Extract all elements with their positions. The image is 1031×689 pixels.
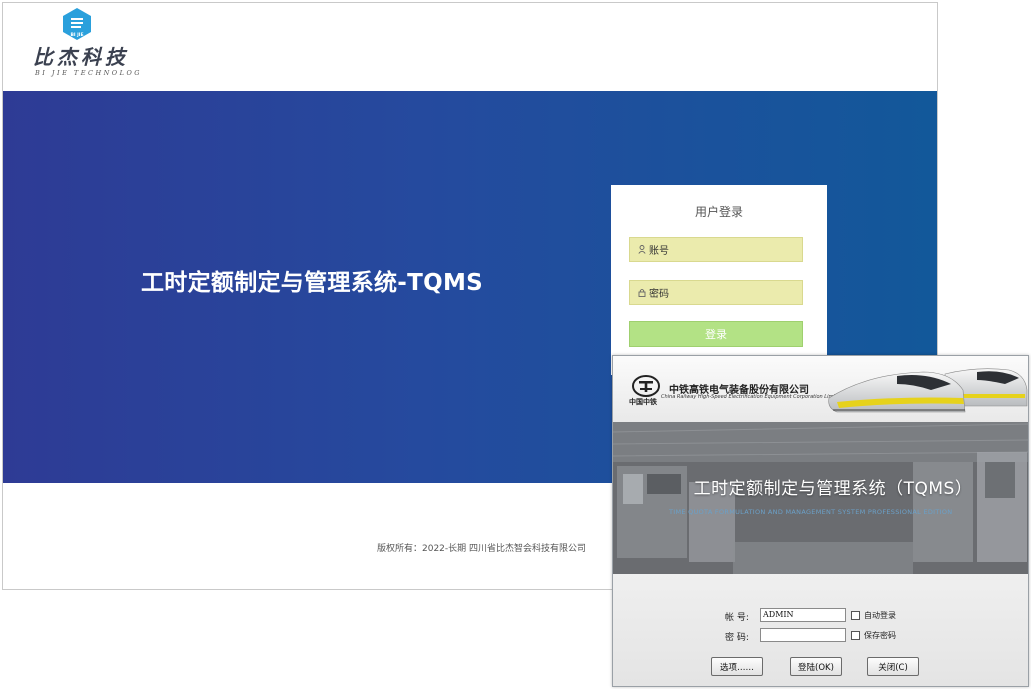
options-button[interactable]: 选项…… (711, 657, 763, 676)
user-icon (638, 245, 646, 254)
desktop-login-dialog: 中国中铁 中铁高铁电气装备股份有限公司 China Railway High-S… (612, 355, 1029, 687)
account-field[interactable]: ADMIN (760, 608, 846, 622)
login-ok-button[interactable]: 登陆(OK) (790, 657, 842, 676)
login-card: 用户登录 账号 密码 登录 (611, 185, 827, 375)
lock-icon (638, 289, 646, 297)
save-password-check-box[interactable] (851, 631, 860, 640)
logo-caption: 中国中铁 (629, 398, 657, 406)
dialog-system-title: 工时定额制定与管理系统（TQMS） (693, 479, 973, 499)
logo-name-cn: 比杰科技 (33, 45, 129, 69)
password-label: 密 码: (725, 633, 749, 643)
login-title: 用户登录 (694, 205, 743, 219)
save-password-checkbox[interactable]: 保存密码 (851, 630, 896, 641)
copyright-text: 版权所有：2022-长期 四川省比杰智会科技有限公司 (377, 544, 587, 554)
login-button[interactable]: 登录 (629, 321, 803, 347)
web-header: BI JIE 比杰科技 BI JIE TECHNOLOG (3, 3, 937, 91)
account-label: 帐 号: (725, 613, 749, 623)
password-field[interactable] (760, 628, 846, 642)
auto-login-check-box[interactable] (851, 611, 860, 620)
close-button[interactable]: 关闭(C) (867, 657, 919, 676)
dialog-system-subtitle: TIME QUOTA FORMULATION AND MANAGEMENT SY… (669, 508, 953, 516)
crrc-logo-icon (632, 375, 660, 397)
hexagon-logo-icon: BI JIE (63, 8, 91, 40)
factory-hero-image: 工时定额制定与管理系统（TQMS） TIME QUOTA FORMULATION… (613, 422, 1028, 574)
password-placeholder: 密码 (649, 289, 669, 300)
dialog-header: 中国中铁 中铁高铁电气装备股份有限公司 China Railway High-S… (613, 356, 1028, 422)
company-name-en: China Railway High-Speed Electrification… (661, 394, 843, 400)
account-input[interactable]: 账号 (629, 237, 803, 262)
system-title: 工时定额制定与管理系统-TQMS (141, 270, 484, 296)
save-password-label: 保存密码 (864, 631, 896, 640)
high-speed-train-image (828, 368, 1028, 413)
account-placeholder: 账号 (649, 246, 669, 257)
logo-badge-text: BI JIE (70, 32, 83, 38)
auto-login-checkbox[interactable]: 自动登录 (851, 610, 896, 621)
auto-login-label: 自动登录 (864, 611, 896, 620)
logo-name-en: BI JIE TECHNOLOG (35, 69, 142, 77)
password-input[interactable]: 密码 (629, 280, 803, 305)
